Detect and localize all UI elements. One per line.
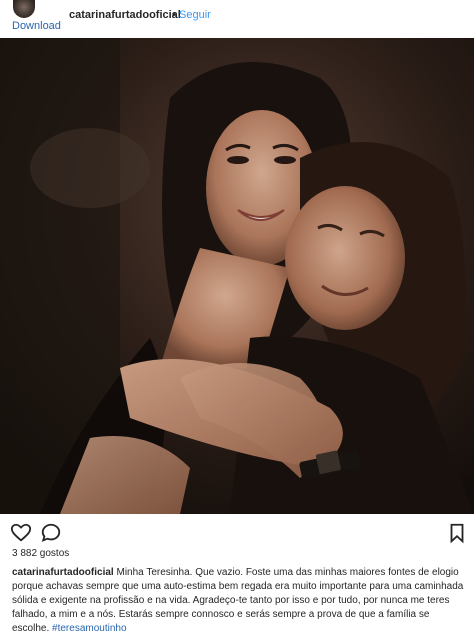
- photo-illustration: [0, 38, 474, 514]
- post-actions: [0, 518, 474, 546]
- separator-dot: •: [172, 9, 176, 21]
- download-link[interactable]: Download: [12, 20, 61, 32]
- profile-avatar[interactable]: [13, 0, 35, 18]
- comment-icon[interactable]: [40, 522, 62, 544]
- username-link[interactable]: catarinafurtadooficial: [69, 9, 181, 21]
- post-photo[interactable]: [0, 38, 474, 514]
- likes-count[interactable]: 3 882 gostos: [12, 548, 69, 559]
- post-caption: catarinafurtadooficial Minha Teresinha. …: [12, 566, 464, 636]
- follow-button[interactable]: Seguir: [179, 9, 211, 21]
- caption-hashtag[interactable]: #teresamoutinho: [52, 623, 127, 634]
- post-header: Download catarinafurtadooficial • Seguir: [0, 0, 474, 38]
- bookmark-icon[interactable]: [446, 522, 468, 544]
- heart-icon[interactable]: [10, 522, 32, 544]
- caption-username[interactable]: catarinafurtadooficial: [12, 567, 114, 578]
